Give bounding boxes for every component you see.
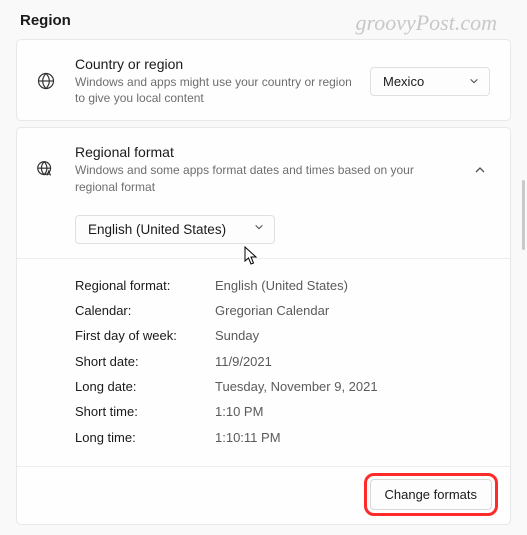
format-desc: Windows and some apps format dates and t…: [75, 162, 454, 194]
detail-row: Short date:11/9/2021: [75, 349, 490, 374]
country-region-card: Country or region Windows and apps might…: [16, 39, 511, 121]
chevron-down-icon: [254, 222, 264, 232]
chevron-up-icon: [474, 164, 486, 176]
detail-value: 1:10:11 PM: [215, 425, 281, 450]
regional-format-header[interactable]: Regional format Windows and some apps fo…: [17, 128, 510, 208]
format-title: Regional format: [75, 144, 454, 160]
detail-label: Calendar:: [75, 298, 215, 323]
country-dropdown[interactable]: Mexico: [370, 67, 490, 96]
detail-value: English (United States): [215, 273, 348, 298]
detail-value: Sunday: [215, 323, 259, 348]
card-footer: Change formats: [17, 466, 510, 524]
collapse-button[interactable]: [470, 160, 490, 180]
country-desc: Windows and apps might use your country …: [75, 74, 354, 106]
detail-row: Short time:1:10 PM: [75, 399, 490, 424]
detail-value: 11/9/2021: [215, 349, 272, 374]
detail-label: Long time:: [75, 425, 215, 450]
language-globe-icon: [33, 159, 59, 181]
country-dropdown-value: Mexico: [383, 74, 424, 89]
detail-label: Short date:: [75, 349, 215, 374]
detail-row: Long time:1:10:11 PM: [75, 425, 490, 450]
detail-row: Long date:Tuesday, November 9, 2021: [75, 374, 490, 399]
detail-label: Regional format:: [75, 273, 215, 298]
change-formats-button[interactable]: Change formats: [370, 479, 493, 510]
detail-label: First day of week:: [75, 323, 215, 348]
page-title: Region: [16, 12, 511, 29]
language-dropdown-value: English (United States): [88, 222, 226, 237]
detail-row: Regional format:English (United States): [75, 273, 490, 298]
language-dropdown[interactable]: English (United States): [75, 215, 275, 244]
detail-row: First day of week:Sunday: [75, 323, 490, 348]
detail-value: Tuesday, November 9, 2021: [215, 374, 378, 399]
country-region-header: Country or region Windows and apps might…: [17, 40, 510, 120]
detail-label: Long date:: [75, 374, 215, 399]
detail-label: Short time:: [75, 399, 215, 424]
scrollbar[interactable]: [522, 180, 525, 250]
detail-value: 1:10 PM: [215, 399, 263, 424]
chevron-down-icon: [469, 76, 479, 86]
detail-value: Gregorian Calendar: [215, 298, 329, 323]
country-title: Country or region: [75, 56, 354, 72]
regional-format-card: Regional format Windows and some apps fo…: [16, 127, 511, 525]
detail-row: Calendar:Gregorian Calendar: [75, 298, 490, 323]
globe-icon: [33, 71, 59, 91]
format-details: Regional format:English (United States)C…: [17, 258, 510, 466]
